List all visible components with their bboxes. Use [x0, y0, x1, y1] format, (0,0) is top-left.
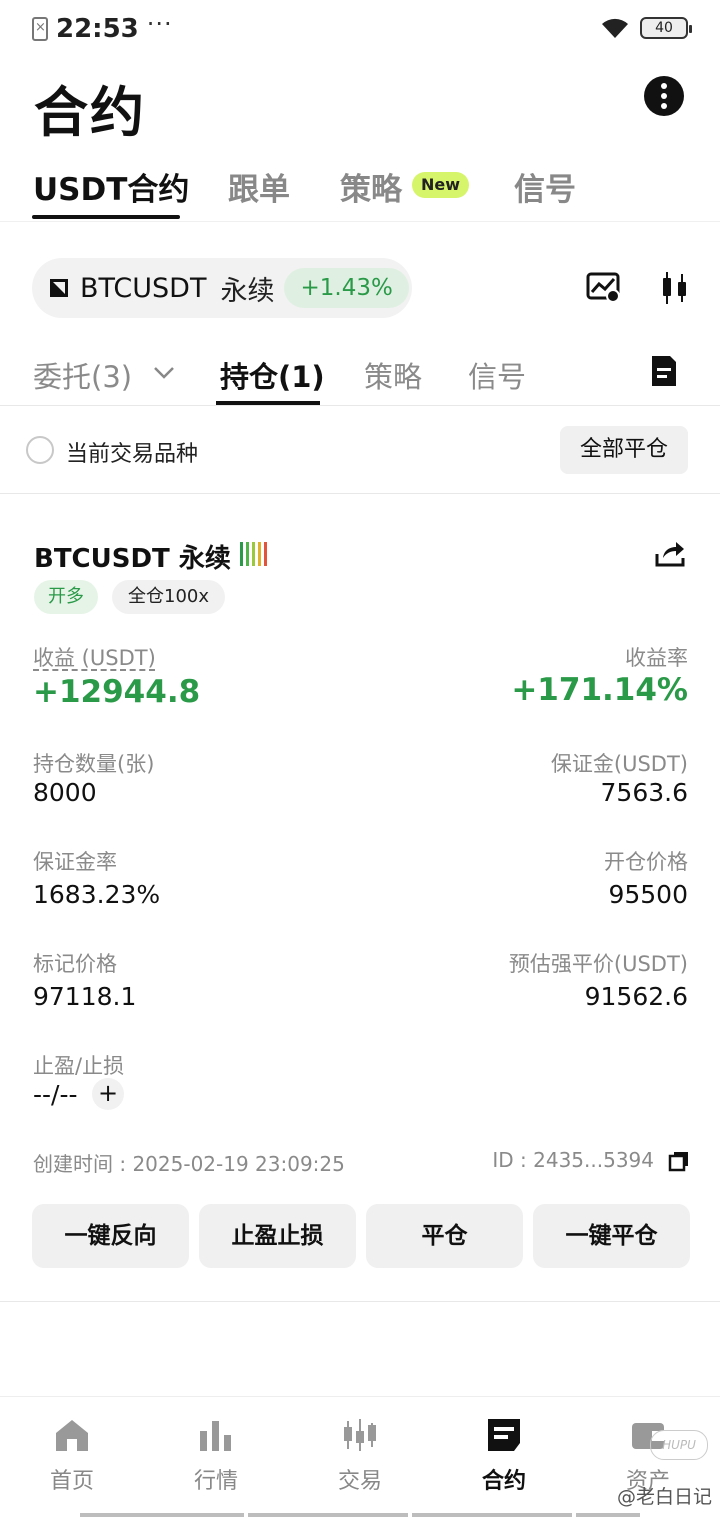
leverage-tag[interactable]: 全仓100x — [112, 580, 226, 614]
side-tag: 开多 — [34, 580, 98, 614]
risk-bar-5 — [264, 542, 267, 566]
flash-close-button[interactable]: 一键平仓 — [533, 1204, 690, 1268]
nav-markets-label: 行情 — [193, 1469, 238, 1494]
watermark-logo: HUPU — [650, 1430, 708, 1460]
current-symbol-radio[interactable] — [26, 436, 54, 464]
add-tpsl-button[interactable]: + — [92, 1078, 124, 1110]
quantity-label: 持仓数量(张) — [33, 752, 155, 776]
bar-chart-icon — [200, 1421, 231, 1451]
quantity-value: 8000 — [33, 778, 97, 807]
nav-contract-label: 合约 — [481, 1469, 526, 1494]
symbol-name: BTCUSDT — [80, 272, 207, 304]
liquidation-price-label: 预估强平价(USDT) — [508, 952, 688, 976]
active-subtab-indicator — [216, 401, 320, 405]
position-actions: 一键反向 止盈止损 平仓 一键平仓 — [32, 1204, 690, 1268]
candlestick-chart-icon[interactable] — [660, 270, 690, 310]
tab-strategy[interactable]: 策略 — [340, 164, 402, 209]
margin-ratio-label: 保证金率 — [33, 850, 117, 874]
tab-usdt-contract[interactable]: USDT合约 — [33, 164, 189, 209]
filter-row: 当前交易品种 全部平仓 — [0, 406, 720, 494]
tab-copy-trading[interactable]: 跟单 — [228, 164, 290, 209]
watermark-text: @老白日记 — [616, 1486, 712, 1508]
created-time: 创建时间 : 2025-02-19 23:09:25 — [33, 1152, 345, 1176]
more-options-button[interactable] — [644, 76, 684, 116]
symbol-selector[interactable]: BTCUSDT 永续 +1.43% — [32, 258, 412, 318]
gesture-bar — [576, 1513, 640, 1517]
current-symbol-label: 当前交易品种 — [66, 442, 199, 467]
gesture-bar — [248, 1513, 408, 1517]
close-all-button[interactable]: 全部平仓 — [560, 426, 688, 474]
margin-ratio-value: 1683.23% — [33, 880, 161, 909]
wifi-icon — [600, 16, 630, 40]
position-id: ID : 2435...5394 — [492, 1148, 654, 1172]
nav-contract[interactable]: 合约 — [432, 1417, 576, 1495]
new-badge: New — [412, 172, 470, 198]
close-position-button[interactable]: 平仓 — [366, 1204, 523, 1268]
tab-orders[interactable]: 委托(3) — [33, 354, 132, 396]
liquidation-price-value: 91562.6 — [584, 982, 688, 1011]
price-change-badge: +1.43% — [284, 268, 409, 308]
main-tabs: USDT合约 跟单 策略 信号 — [0, 160, 720, 222]
exchange-logo-icon — [50, 279, 68, 297]
battery-indicator: 40 — [640, 17, 692, 39]
tab-signal[interactable]: 信号 — [514, 164, 576, 209]
tpsl-value: --/-- — [33, 1080, 78, 1109]
share-icon[interactable] — [654, 538, 686, 572]
active-tab-indicator — [32, 215, 180, 219]
nav-trade[interactable]: 交易 — [288, 1417, 432, 1495]
pnl-label[interactable]: 收益 (USDT) — [33, 642, 156, 672]
risk-level-indicator — [240, 542, 267, 566]
order-history-icon[interactable] — [650, 354, 678, 392]
tab-signal-orders[interactable]: 信号 — [468, 354, 526, 396]
nav-markets[interactable]: 行情 — [144, 1417, 288, 1495]
nav-trade-label: 交易 — [337, 1469, 382, 1494]
tab-strategy-orders[interactable]: 策略 — [364, 354, 422, 396]
contract-icon — [488, 1419, 520, 1451]
gesture-bar — [80, 1513, 244, 1517]
bottom-nav: 首页 行情 交易 合约 资产 — [0, 1396, 720, 1520]
nav-home-label: 首页 — [49, 1469, 94, 1494]
risk-bar-4 — [258, 542, 261, 566]
roe-label: 收益率 — [625, 646, 688, 670]
risk-bar-3 — [252, 542, 255, 566]
margin-value: 7563.6 — [600, 778, 688, 807]
status-bar: 22:53 ··· 40 — [0, 0, 720, 58]
entry-price-value: 95500 — [608, 880, 688, 909]
position-card: BTCUSDT 永续 开多 全仓100x 收益 (USDT) +12944.8 … — [0, 494, 720, 1302]
mark-price-label: 标记价格 — [33, 952, 117, 976]
reverse-position-button[interactable]: 一键反向 — [32, 1204, 189, 1268]
symbol-type: 永续 — [220, 275, 275, 307]
copy-icon[interactable] — [668, 1150, 690, 1176]
risk-bar-2 — [246, 542, 249, 566]
risk-bar-1 — [240, 542, 243, 566]
entry-price-label: 开仓价格 — [604, 850, 688, 874]
home-icon — [56, 1420, 88, 1451]
tpsl-label: 止盈/止损 — [33, 1054, 125, 1078]
tpsl-button[interactable]: 止盈止损 — [199, 1204, 356, 1268]
chevron-down-icon[interactable] — [152, 360, 176, 388]
chart-settings-icon[interactable] — [586, 272, 622, 308]
roe-value: +171.14% — [511, 672, 688, 708]
candlestick-icon — [344, 1419, 376, 1451]
position-tabs: 委托(3) 持仓(1) 策略 信号 — [0, 346, 720, 406]
mark-price-value: 97118.1 — [33, 982, 137, 1011]
status-time: 22:53 — [56, 14, 139, 44]
status-more-dots: ··· — [146, 10, 173, 38]
pnl-value: +12944.8 — [33, 674, 201, 710]
page-title: 合约 — [34, 81, 146, 144]
margin-label: 保证金(USDT) — [550, 752, 688, 776]
no-sim-icon — [32, 17, 48, 41]
position-symbol: BTCUSDT 永续 — [34, 544, 231, 574]
tab-positions[interactable]: 持仓(1) — [220, 354, 325, 396]
gesture-bar — [412, 1513, 572, 1517]
nav-home[interactable]: 首页 — [0, 1417, 144, 1495]
